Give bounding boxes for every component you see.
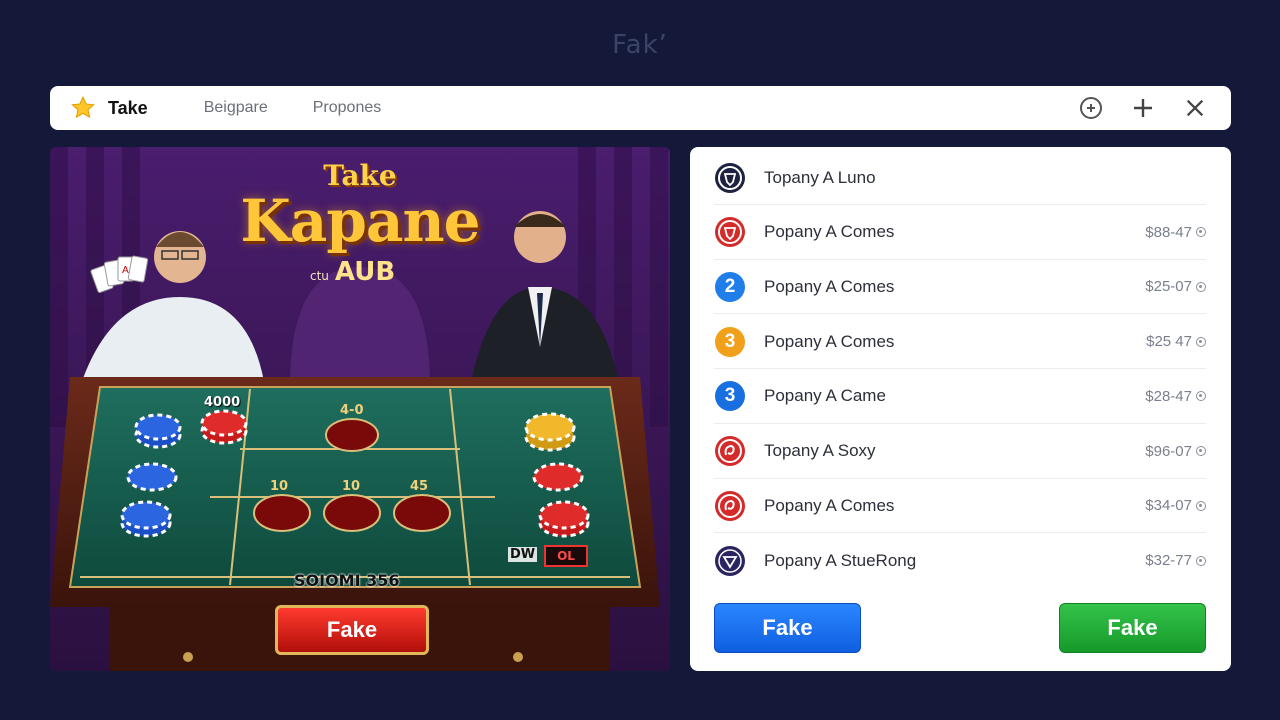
coin-icon: [1196, 391, 1206, 402]
star-icon: [70, 95, 96, 121]
game-panel: A Take Kapane ctu AUB 4000 4-0 10 10 45 …: [50, 147, 670, 671]
coin-icon: [1196, 336, 1206, 347]
number-badge: 3: [714, 326, 746, 358]
list-item-number: 3: [724, 385, 736, 407]
circle-plus-icon[interactable]: [1077, 94, 1105, 122]
game-fake-button[interactable]: Fake: [275, 605, 429, 655]
shield-icon: [714, 162, 746, 194]
coin-icon: [1196, 500, 1206, 511]
number-badge: 2: [714, 271, 746, 303]
list-item[interactable]: 3 Popany A Came $28-47: [714, 370, 1206, 424]
chip-gold: [524, 412, 576, 452]
table-caption: SOIOMI 356: [294, 571, 400, 590]
coin-icon: [1196, 446, 1206, 456]
list-item-amount-text: $32-77: [1145, 552, 1192, 570]
game-subtitle: ctu AUB: [310, 257, 395, 287]
list-item-amount: $96-07: [1145, 443, 1206, 460]
coin-icon: [1196, 281, 1206, 292]
list-item-label: Popany A Comes: [764, 495, 895, 515]
list-item[interactable]: Topany A Luno: [714, 151, 1206, 205]
list-item-amount: $28-47: [1145, 388, 1206, 405]
list-item-label: Popany A Comes: [764, 331, 895, 351]
list-item-amount-text: $88-47: [1145, 223, 1192, 241]
list-item-amount-text: $96-07: [1145, 442, 1192, 460]
chip-red-2: [532, 462, 584, 492]
list-item-label: Popany A Came: [764, 386, 886, 406]
list-item-amount-text: $34-07: [1145, 497, 1192, 515]
list-item-amount: $88-47: [1145, 224, 1206, 241]
ol-badge: OL: [544, 545, 588, 567]
number-badge: 3: [714, 380, 746, 412]
list-item-amount: $25-07: [1145, 278, 1206, 295]
spot-label-3: 45: [410, 479, 429, 494]
list-item-amount: $25 47: [1146, 333, 1206, 350]
list-item-number: 3: [724, 330, 736, 352]
coin-icon: [1196, 227, 1206, 238]
list-item-label: Topany A Soxy: [764, 441, 876, 460]
chip-amount-label: 4000: [204, 395, 241, 410]
list-item-label: Popany A StueRong: [764, 550, 917, 570]
star-emblem-icon: [714, 545, 746, 577]
list-item-number: 2: [724, 275, 736, 297]
list-item[interactable]: Popany A Comes $88-47: [714, 206, 1206, 260]
dw-label: DW: [508, 547, 538, 562]
tab-propones[interactable]: Propones: [313, 99, 382, 117]
swirl-icon: [714, 435, 746, 467]
game-title: Kapane: [240, 187, 480, 255]
list-item-amount-text: $28-47: [1145, 387, 1192, 405]
swirl-icon: [714, 490, 746, 522]
list-item[interactable]: Topany A Soxy $96-07: [714, 425, 1206, 479]
page-title: Fak’: [612, 30, 668, 60]
list-item-amount-text: $25 47: [1146, 333, 1192, 351]
game-subtitle-prefix: ctu: [310, 269, 329, 283]
tab-beigpare[interactable]: Beigpare: [204, 99, 268, 117]
chip-blue-3: [120, 500, 172, 538]
coin-icon: [1196, 555, 1206, 566]
app-brand: Take: [108, 97, 148, 118]
list-item-label: Popany A Comes: [764, 222, 895, 242]
list-item-amount: $32-77: [1145, 552, 1206, 569]
spot-label-top: 4-0: [340, 403, 364, 418]
shield-icon: [714, 216, 746, 248]
list-item[interactable]: 3 Popany A Comes $25 47: [714, 315, 1206, 370]
list-item-amount: $34-07: [1145, 497, 1206, 514]
list-item-label: Popany A Comes: [764, 276, 895, 296]
list-item[interactable]: Popany A StueRong $32-77: [714, 534, 1206, 588]
top-bar: Take Beigpare Propones: [50, 86, 1231, 130]
company-list-panel: Topany A Luno Popany A Comes $88-47 2 Popany…: [690, 147, 1231, 671]
game-subtitle-text: AUB: [334, 257, 396, 287]
chip-blue-1: [134, 413, 182, 449]
chip-blue-2: [126, 462, 178, 492]
chip-red-3: [538, 500, 590, 538]
chip-red-1: [200, 409, 248, 445]
spot-label-2: 10: [342, 479, 361, 494]
spot-label-1: 10: [270, 479, 289, 494]
list-item[interactable]: Popany A Comes $34-07: [714, 479, 1206, 534]
list-item-amount-text: $25-07: [1145, 278, 1192, 296]
plus-icon[interactable]: [1129, 94, 1157, 122]
svg-text:A: A: [122, 265, 129, 276]
close-icon[interactable]: [1181, 94, 1209, 122]
blue-fake-button[interactable]: Fake: [714, 603, 861, 653]
list-item[interactable]: 2 Popany A Comes $25-07: [714, 260, 1206, 315]
list-item-label: Topany A Luno: [764, 167, 876, 187]
green-fake-button[interactable]: Fake: [1059, 603, 1206, 653]
